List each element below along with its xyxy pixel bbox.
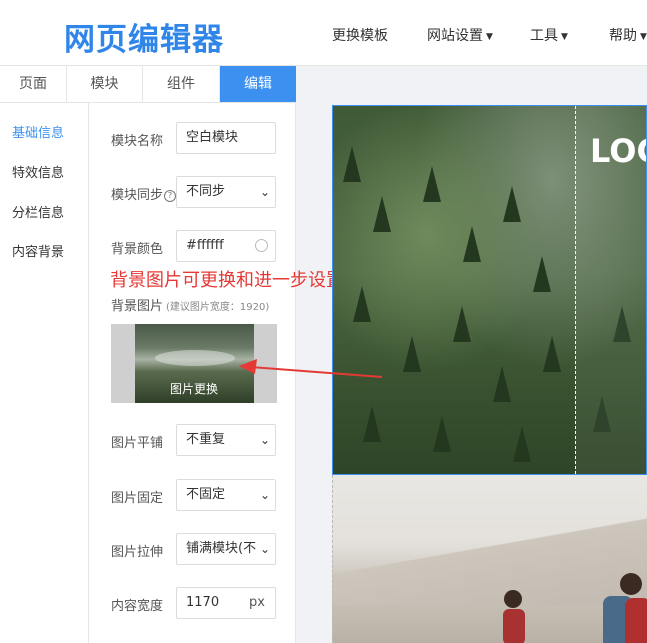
app-logo: 网页编辑器 bbox=[64, 22, 224, 58]
content-width-label: 内容宽度 bbox=[111, 599, 164, 614]
content-width-value: 1170 bbox=[186, 595, 220, 610]
hiker-figure bbox=[603, 573, 647, 643]
chevron-down-icon: ⌄ bbox=[259, 542, 270, 556]
menu-site-settings[interactable]: 网站设置 ▼ bbox=[427, 25, 493, 45]
bg-image-preview[interactable]: 图片更换 bbox=[111, 324, 277, 403]
module-sync-value: 不同步 bbox=[186, 184, 226, 199]
fixed-label: 图片固定 bbox=[111, 491, 164, 506]
canvas-logo-text[interactable]: LOG bbox=[590, 132, 646, 170]
stretch-value: 铺满模块(不 bbox=[186, 541, 257, 556]
menu-tools-label: 工具 bbox=[530, 28, 558, 44]
tile-select[interactable]: 不重复 ⌄ bbox=[176, 424, 276, 456]
menu-change-template[interactable]: 更换模板 bbox=[332, 25, 388, 45]
bg-color-label: 背景颜色 bbox=[111, 242, 164, 257]
hiker-figure bbox=[503, 590, 525, 643]
content-width-unit: px bbox=[249, 595, 265, 610]
module-sync-label-text: 模块同步 bbox=[111, 188, 164, 203]
bg-image-hint: (建议图片宽度：1920) bbox=[166, 302, 270, 313]
chevron-down-icon: ⌄ bbox=[259, 488, 270, 502]
caret-down-icon: ▼ bbox=[486, 32, 493, 42]
canvas-module-hikers[interactable] bbox=[332, 475, 647, 643]
bg-color-input[interactable]: #ffffff bbox=[176, 230, 276, 262]
module-sync-select[interactable]: 不同步 ⌄ bbox=[176, 176, 276, 208]
subnav-columns-info[interactable]: 分栏信息 bbox=[12, 202, 64, 221]
settings-subnav: 基础信息 特效信息 分栏信息 内容背景 bbox=[0, 103, 89, 643]
tab-page[interactable]: 页面 bbox=[0, 66, 67, 102]
module-sync-label: 模块同步? bbox=[111, 184, 177, 203]
stretch-label: 图片拉伸 bbox=[111, 545, 164, 560]
subnav-basic-info[interactable]: 基础信息 bbox=[12, 122, 64, 141]
menu-tools[interactable]: 工具 ▼ bbox=[530, 25, 568, 45]
bg-image-label-text: 背景图片 bbox=[111, 299, 164, 314]
bg-color-value: #ffffff bbox=[186, 238, 224, 253]
caret-down-icon: ▼ bbox=[640, 32, 647, 42]
menu-site-settings-label: 网站设置 bbox=[427, 28, 483, 44]
image-replace-button[interactable]: 图片更换 bbox=[111, 380, 277, 397]
chevron-down-icon: ⌄ bbox=[259, 185, 270, 199]
menu-help-label: 帮助 bbox=[609, 28, 637, 44]
help-icon[interactable]: ? bbox=[164, 190, 177, 202]
subnav-effects-info[interactable]: 特效信息 bbox=[12, 162, 64, 181]
stretch-select[interactable]: 铺满模块(不 ⌄ bbox=[176, 533, 276, 565]
caret-down-icon: ▼ bbox=[561, 32, 568, 42]
canvas-module-forest[interactable]: LOG bbox=[332, 105, 647, 475]
subnav-content-background[interactable]: 内容背景 bbox=[12, 241, 64, 260]
module-name-label: 模块名称 bbox=[111, 134, 164, 149]
editor-canvas: LOG bbox=[296, 66, 647, 643]
tile-label: 图片平铺 bbox=[111, 436, 164, 451]
tab-module[interactable]: 模块 bbox=[67, 66, 143, 102]
content-width-input[interactable]: 1170 px bbox=[176, 587, 276, 619]
top-bar: 网页编辑器 更换模板 网站设置 ▼ 工具 ▼ 帮助 ▼ bbox=[0, 0, 647, 66]
panel-tabs: 页面 模块 组件 编辑 bbox=[0, 66, 296, 103]
bg-image-label: 背景图片 (建议图片宽度：1920) bbox=[111, 295, 269, 314]
tab-edit[interactable]: 编辑 bbox=[220, 66, 296, 102]
chevron-down-icon: ⌄ bbox=[259, 433, 270, 447]
menu-help[interactable]: 帮助 ▼ bbox=[609, 25, 647, 45]
tab-component[interactable]: 组件 bbox=[143, 66, 220, 102]
color-swatch-icon[interactable] bbox=[255, 239, 268, 252]
fixed-select[interactable]: 不固定 ⌄ bbox=[176, 479, 276, 511]
module-name-input[interactable]: 空白模块 bbox=[176, 122, 276, 154]
fixed-value: 不固定 bbox=[186, 487, 226, 502]
tile-value: 不重复 bbox=[186, 432, 226, 447]
